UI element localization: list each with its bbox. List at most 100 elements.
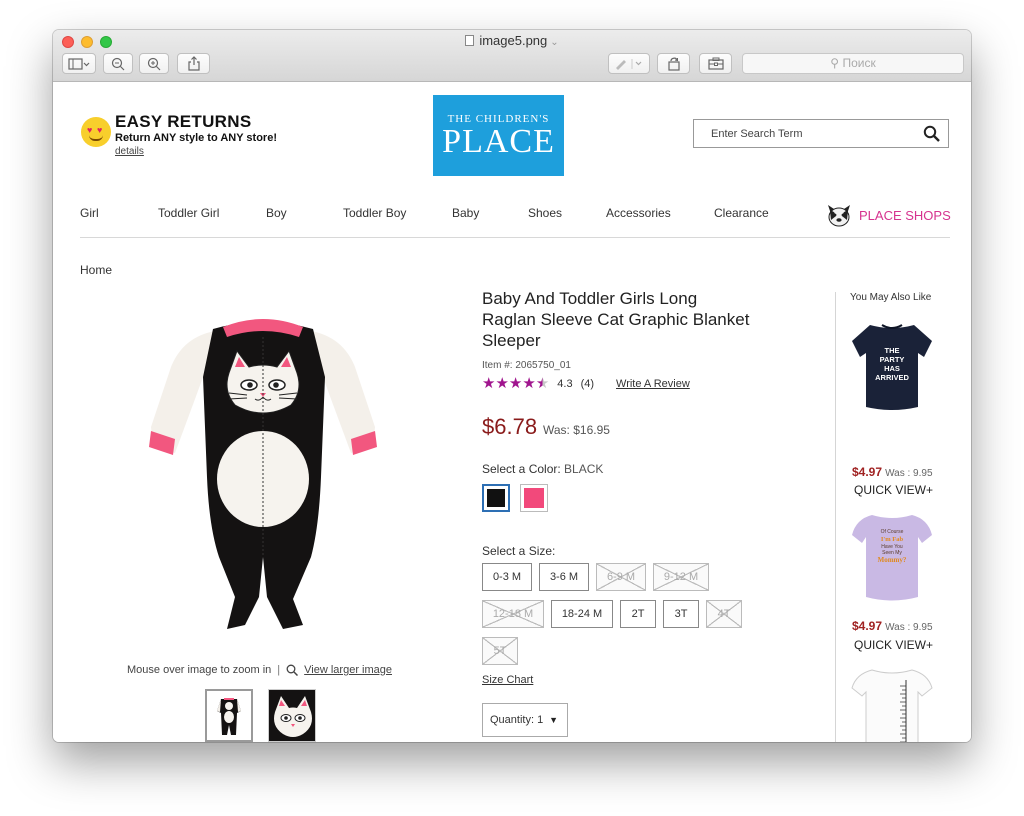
size-option-0-3m[interactable]: 0-3 M [482, 563, 532, 591]
star-icon: ★ [495, 375, 509, 392]
recommended-sale-price-2: $4.97 [852, 619, 883, 633]
size-option-3-6m[interactable]: 3-6 M [539, 563, 589, 591]
nav-item-clearance[interactable]: Clearance [714, 206, 769, 220]
recommended-product-image-2[interactable]: Of Course I'm Fab Have You Seen My Mommy… [848, 507, 936, 607]
color-label: Select a Color: BLACK [482, 462, 603, 476]
zoom-out-icon [111, 57, 125, 70]
nav-item-girl[interactable]: Girl [80, 206, 99, 220]
bulldog-icon [828, 205, 850, 227]
rating-row: ★ ★ ★ ★ ★ 4.3 (4) Write A Review [482, 376, 690, 391]
rec-shirt-2-line-1: Of Course [881, 529, 904, 535]
product-thumbnail-2[interactable] [268, 689, 316, 742]
rec-shirt-1-line-3: HAS [884, 364, 900, 373]
nav-item-toddler-girl[interactable]: Toddler Girl [158, 206, 219, 220]
site-search-input[interactable] [694, 120, 914, 147]
rec-shirt-2-line-5: Mommy? [878, 556, 907, 564]
place-shops-link[interactable]: PLACE SHOPS [825, 202, 951, 228]
nav-item-boy[interactable]: Boy [266, 206, 287, 220]
color-swatch-black[interactable] [482, 484, 510, 512]
size-chart-link[interactable]: Size Chart [482, 674, 533, 686]
recommended-was-price-1: Was : 9.95 [885, 468, 933, 479]
zoom-in-icon [147, 57, 161, 70]
search-icon: ⚲ [830, 56, 840, 70]
sleeper-thumbnail-image [217, 698, 241, 735]
sidebar-toggle-button[interactable] [62, 53, 96, 74]
zoom-hint: Mouse over image to zoom in | View large… [127, 664, 392, 676]
size-option-2t[interactable]: 2T [620, 600, 656, 628]
write-review-link[interactable]: Write A Review [616, 378, 690, 390]
product-image[interactable] [143, 307, 383, 647]
product-title: Baby And Toddler Girls Long Raglan Sleev… [482, 289, 750, 350]
recommendations-title: You May Also Like [850, 292, 932, 303]
sale-price: $6.78 [482, 414, 538, 439]
view-larger-image-link[interactable]: View larger image [304, 664, 392, 676]
window-title[interactable]: image5.png ⌄ [53, 33, 971, 48]
window-title-text: image5.png [479, 33, 548, 48]
recommended-product-image-1[interactable]: THE PARTY HAS ARRIVED [848, 317, 936, 417]
place-shops-label: PLACE SHOPS [859, 207, 951, 223]
nav-item-baby[interactable]: Baby [452, 206, 479, 220]
magnifier-icon [286, 664, 299, 676]
quick-view-button-1[interactable]: QUICK VIEW+ [854, 483, 933, 497]
rec-shirt-2-line-2: I'm Fab [881, 536, 904, 543]
nav-item-accessories[interactable]: Accessories [606, 206, 671, 220]
size-option-9-12m[interactable]: 9-12 M [653, 563, 709, 591]
sidebar-icon [68, 57, 90, 70]
selected-color-value: BLACK [564, 462, 604, 476]
size-option-3t[interactable]: 3T [663, 600, 699, 628]
recommended-price-2: $4.97 Was : 9.95 [852, 619, 933, 633]
site-search-box [693, 119, 949, 148]
zoom-hint-separator: | [277, 664, 281, 676]
nav-item-shoes[interactable]: Shoes [528, 206, 562, 220]
half-star-icon: ★ [535, 375, 550, 392]
chevron-down-icon: ⌄ [550, 37, 559, 48]
size-label: Select a Size: [482, 544, 556, 558]
window-search-field[interactable]: ⚲ Поиск [742, 53, 964, 74]
product-thumbnail-1[interactable] [205, 689, 253, 742]
recommended-product-image-3[interactable] [848, 662, 936, 742]
review-count[interactable]: (4) [581, 378, 594, 390]
toolbox-button[interactable] [699, 53, 732, 74]
size-option-4t[interactable]: 4T [706, 600, 742, 628]
recommended-price-1: $4.97 Was : 9.95 [852, 465, 933, 479]
size-option-5t[interactable]: 5T [482, 637, 518, 665]
rotate-icon [667, 57, 680, 71]
breadcrumb-home[interactable]: Home [80, 263, 112, 277]
cat-face-thumbnail-image [274, 696, 312, 737]
easy-returns-subtitle: Return ANY style to ANY store! [115, 132, 277, 144]
pen-icon [616, 58, 642, 70]
star-icon: ★ [482, 375, 496, 392]
easy-returns-details-link[interactable]: details [115, 146, 144, 157]
preview-window: image5.png ⌄ ⚲ Поиск ♥ ♥ EASY RETURNS Re… [53, 30, 971, 742]
heart-eyes-emoji-icon: ♥ ♥ [81, 117, 111, 147]
toolbox-icon [707, 57, 724, 70]
zoom-in-button[interactable] [139, 53, 169, 74]
share-button[interactable] [177, 53, 210, 74]
recommendations-divider [835, 292, 836, 742]
search-icon[interactable] [923, 125, 940, 142]
quantity-select[interactable]: Quantity: 1 ▼ [482, 703, 568, 737]
was-price: Was: $16.95 [543, 423, 610, 437]
recommended-sale-price-1: $4.97 [852, 465, 883, 479]
rec-shirt-1-line-2: PARTY [880, 355, 905, 364]
color-swatch-pink[interactable] [520, 484, 548, 512]
share-icon [187, 56, 200, 71]
quick-view-button-2[interactable]: QUICK VIEW+ [854, 638, 933, 652]
image-file-icon [465, 35, 475, 46]
web-page: ♥ ♥ EASY RETURNS Return ANY style to ANY… [53, 82, 971, 742]
color-label-text: Select a Color: [482, 462, 561, 476]
size-option-12-18m[interactable]: 12-18 M [482, 600, 544, 628]
site-logo[interactable]: THE CHILDREN'S PLACE [433, 95, 564, 176]
rotate-button[interactable] [657, 53, 690, 74]
dropdown-arrow-icon: ▼ [549, 715, 558, 725]
size-option-6-9m[interactable]: 6-9 M [596, 563, 646, 591]
size-option-18-24m[interactable]: 18-24 M [551, 600, 613, 628]
rec-shirt-1-line-1: THE [885, 346, 900, 355]
markup-button[interactable] [608, 53, 650, 74]
nav-divider [80, 237, 950, 238]
star-icon: ★ [508, 375, 523, 392]
logo-line2: PLACE [442, 123, 555, 160]
nav-item-toddler-boy[interactable]: Toddler Boy [343, 206, 406, 220]
rec-shirt-1-line-4: ARRIVED [875, 373, 909, 382]
zoom-out-button[interactable] [103, 53, 133, 74]
